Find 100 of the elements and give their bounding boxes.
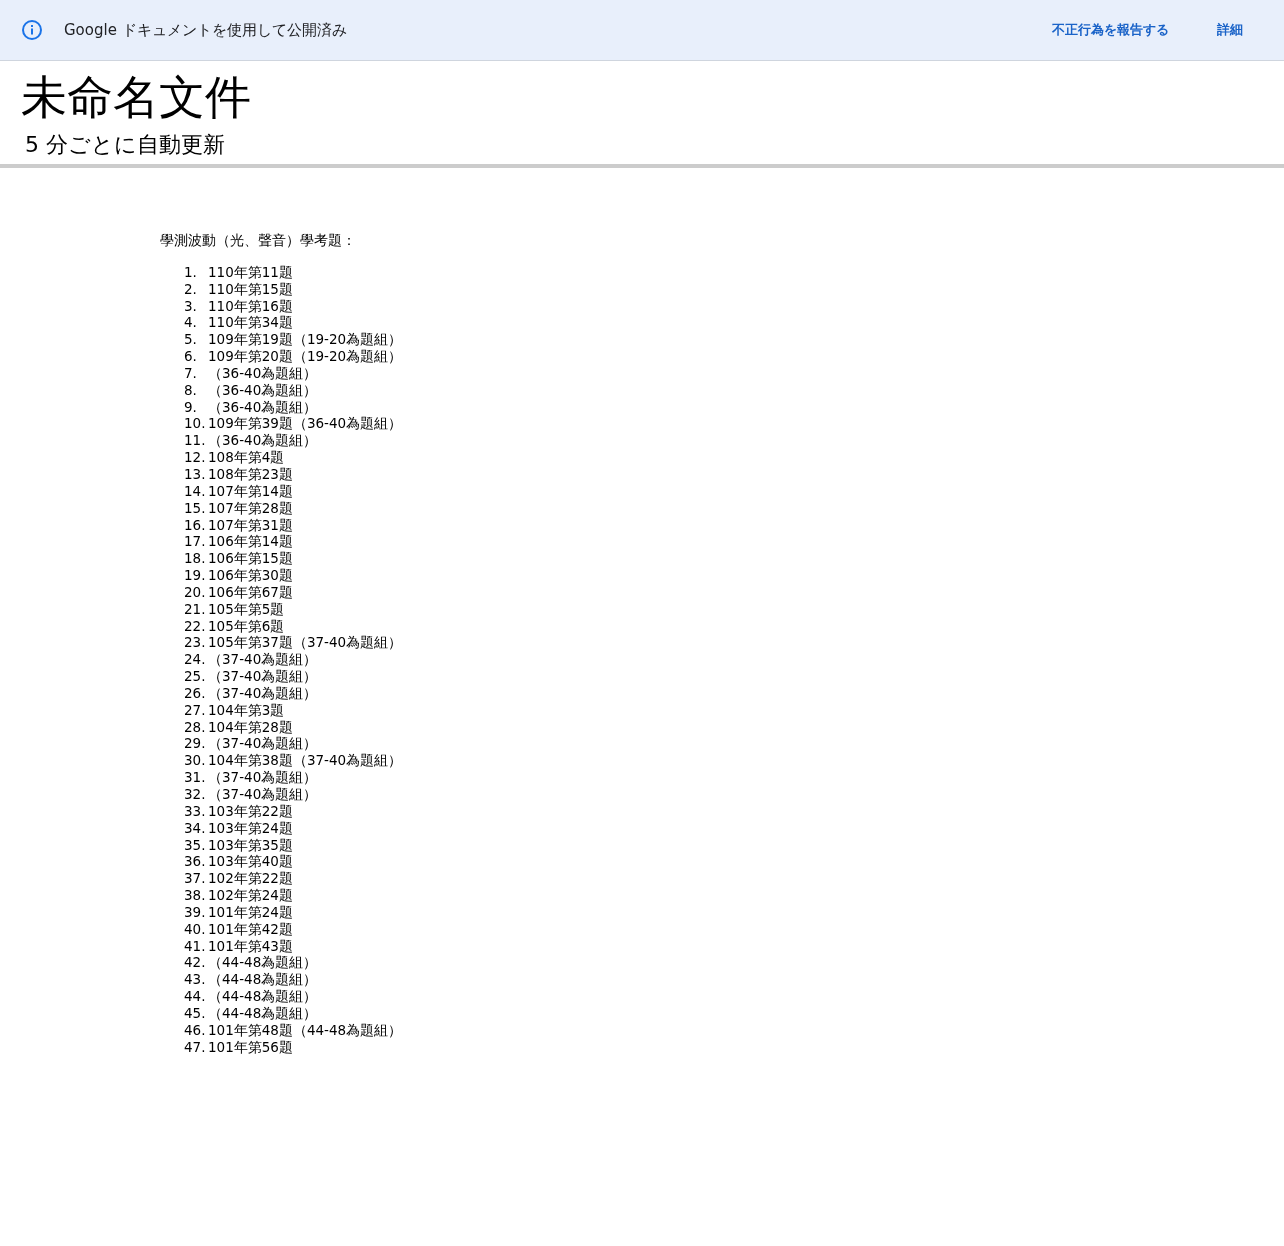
list-number: 23. xyxy=(183,634,207,652)
list-item-text: （37-40為題組） xyxy=(208,735,318,753)
list-item-text: （37-40為題組） xyxy=(208,684,318,702)
list-number: 15. xyxy=(183,499,207,517)
list-item-text: 110年第11題 xyxy=(208,263,293,281)
list-item-text: （36-40為題組） xyxy=(208,381,318,399)
list-heading: 學測波動（光、聲音）學考題： xyxy=(160,232,356,249)
list-item-text: 105年第6題 xyxy=(208,617,285,635)
list-item-text: 108年第4題 xyxy=(208,449,285,466)
list-number: 17. xyxy=(183,533,207,551)
document-title: 未命名文件 xyxy=(21,69,252,126)
list-number: 34. xyxy=(183,819,207,837)
list-number: 33. xyxy=(183,802,207,820)
list-item-text: （37-40為題組） xyxy=(208,651,318,669)
list-number: 20. xyxy=(183,583,207,601)
list-item-text: 110年第16題 xyxy=(208,297,293,315)
banner-link[interactable]: 詳細 xyxy=(1217,20,1243,40)
list-item-text: （37-40為題組） xyxy=(208,668,318,685)
list-number: 12. xyxy=(183,449,207,466)
list-item-text: 106年第14題 xyxy=(208,533,293,551)
list-item-text: 104年第38題（37-40為題組） xyxy=(208,752,403,770)
list-item-text: （44-48為題組） xyxy=(208,971,318,989)
banner-link[interactable]: 不正行為を報告する xyxy=(1052,20,1169,40)
list-number: 39. xyxy=(183,903,207,921)
list-item-text: 106年第67題 xyxy=(208,583,293,601)
list-item-text: 110年第34題 xyxy=(208,314,293,332)
banner-message: Google ドキュメントを使用して公開済み xyxy=(64,19,347,41)
list-number: 8. xyxy=(183,381,198,399)
list-number: 7. xyxy=(183,364,198,382)
list-number: 30. xyxy=(183,752,207,770)
list-number: 4. xyxy=(183,314,198,332)
list-item-text: （44-48為題組） xyxy=(208,954,318,972)
list-number: 24. xyxy=(183,651,207,669)
list-item-text: 103年第40題 xyxy=(208,853,293,871)
list-item-text: 101年第42題 xyxy=(208,920,293,938)
list-item-text: 108年第23題 xyxy=(208,465,293,483)
list-number: 43. xyxy=(183,971,207,989)
list-item-text: （37-40為題組） xyxy=(208,769,318,786)
list-number: 1. xyxy=(183,263,198,281)
list-item-text: 101年第48題（44-48為題組） xyxy=(208,1021,403,1039)
list-number: 6. xyxy=(183,348,198,365)
list-number: 27. xyxy=(183,701,207,719)
list-item-text: 107年第28題 xyxy=(208,499,293,517)
list-item-text: 103年第35題 xyxy=(208,836,293,854)
list-number: 32. xyxy=(183,786,207,803)
list-number: 37. xyxy=(183,870,207,888)
list-item-text: 106年第30題 xyxy=(208,567,293,584)
list-item-text: 103年第22題 xyxy=(208,802,293,820)
list-number: 44. xyxy=(183,988,207,1005)
list-item-text: （36-40為題組） xyxy=(208,432,318,450)
list-number: 31. xyxy=(183,769,207,786)
list-item-text: 107年第14題 xyxy=(208,482,293,500)
list-number: 36. xyxy=(183,853,207,871)
list-number: 38. xyxy=(183,887,207,904)
list-number: 10. xyxy=(183,415,207,433)
list-item-text: 102年第22題 xyxy=(208,870,293,888)
info-icon xyxy=(21,19,43,41)
list-item-text: （44-48為題組） xyxy=(208,1004,318,1022)
list-number: 26. xyxy=(183,684,207,702)
list-item-text: 105年第5題 xyxy=(208,600,285,618)
list-number: 47. xyxy=(183,1038,207,1056)
list-item-text: 103年第24題 xyxy=(208,819,293,837)
list-number: 2. xyxy=(183,280,198,298)
list-number: 45. xyxy=(183,1004,207,1022)
list-number: 40. xyxy=(183,920,207,938)
list-item-text: 107年第31題 xyxy=(208,516,293,534)
list-number: 18. xyxy=(183,550,207,568)
list-item-text: 102年第24題 xyxy=(208,887,293,904)
list-item-text: 109年第39題（36-40為題組） xyxy=(208,415,403,433)
list-number: 29. xyxy=(183,735,207,753)
list-number: 41. xyxy=(183,937,207,955)
list-item-text: 101年第56題 xyxy=(208,1038,293,1056)
list-number: 5. xyxy=(183,331,198,349)
list-item-text: 109年第20題（19-20為題組） xyxy=(208,348,403,365)
update-note: 5 分ごとに自動更新 xyxy=(24,131,226,159)
list-item-text: 101年第24題 xyxy=(208,903,293,921)
list-number: 28. xyxy=(183,718,207,736)
list-number: 11. xyxy=(183,432,207,450)
list-number: 9. xyxy=(183,398,198,416)
list-number: 3. xyxy=(183,297,198,315)
list-item-text: 105年第37題（37-40為題組） xyxy=(208,634,403,652)
list-number: 14. xyxy=(183,482,207,500)
list-item-text: （36-40為題組） xyxy=(208,364,318,382)
list-number: 19. xyxy=(183,567,207,584)
list-number: 25. xyxy=(183,668,207,685)
list-number: 13. xyxy=(183,465,207,483)
list-number: 46. xyxy=(183,1021,207,1039)
list-number: 22. xyxy=(183,617,207,635)
list-item-text: 101年第43題 xyxy=(208,937,293,955)
list-number: 21. xyxy=(183,600,207,618)
list-item-text: 110年第15題 xyxy=(208,280,293,298)
list-number: 16. xyxy=(183,516,207,534)
list-item-text: 104年第28題 xyxy=(208,718,293,736)
list-item-text: （44-48為題組） xyxy=(208,988,318,1005)
list-item-text: 109年第19題（19-20為題組） xyxy=(208,331,403,349)
list-number: 42. xyxy=(183,954,207,972)
list-item-text: 106年第15題 xyxy=(208,550,293,568)
list-item-text: （37-40為題組） xyxy=(208,786,318,803)
list-item-text: 104年第3題 xyxy=(208,701,285,719)
list-number: 35. xyxy=(183,836,207,854)
